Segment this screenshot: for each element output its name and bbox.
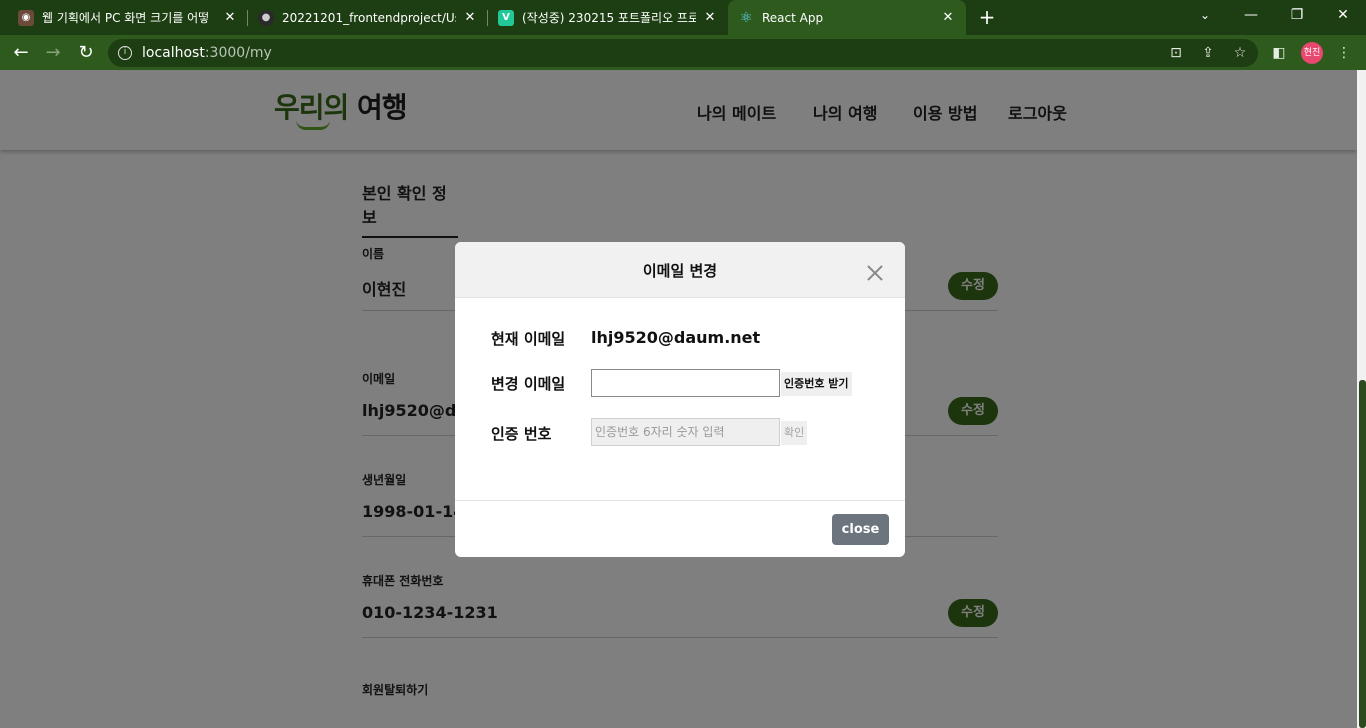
new-tab-icon[interactable]: + [976,6,998,28]
url-path: :3000/my [204,45,272,61]
browser-toolbar: ← → ↻ i localhost:3000/my ⊡ ⇪ ☆ ◧ 현진 ⋮ [0,35,1366,70]
minimize-icon[interactable]: — [1228,0,1274,35]
browser-tab-active[interactable]: ⚛ React App ✕ [728,0,966,35]
close-tab-icon[interactable]: ✕ [462,10,478,25]
browser-tab[interactable]: ● 20221201_frontendproject/UserI ✕ [248,0,488,35]
react-icon: ⚛ [739,9,753,26]
browser-tab-strip: ◉ 웹 기획에서 PC 화면 크기를 어떻 ✕ ● 20221201_front… [0,0,1366,35]
url-host: localhost [142,45,205,61]
v-icon: V [498,9,514,26]
current-email-value: lhj9520@daum.net [591,328,761,347]
translate-icon[interactable]: ⊡ [1163,40,1189,66]
verification-code-label: 인증 번호 [491,425,552,443]
back-icon[interactable]: ← [8,40,34,66]
close-icon[interactable] [864,262,886,284]
verification-code-input[interactable] [591,418,780,446]
forward-icon[interactable]: → [40,40,66,66]
modal-title: 이메일 변경 [642,262,718,280]
address-bar[interactable]: i localhost:3000/my [108,39,1258,67]
bookmark-star-icon[interactable]: ☆ [1227,40,1253,66]
current-email-label: 현재 이메일 [491,330,566,348]
new-email-input[interactable] [591,369,780,397]
modal-header: 이메일 변경 [455,242,905,298]
close-window-icon[interactable]: ✕ [1320,0,1366,35]
confirm-code-button[interactable]: 확인 [781,421,808,445]
restore-icon[interactable]: ❐ [1274,0,1320,35]
tab-title: 웹 기획에서 PC 화면 크기를 어떻 [42,11,210,25]
close-tab-icon[interactable]: ✕ [222,10,238,25]
tab-title: 20221201_frontendproject/UserI [282,10,456,25]
page-viewport: 우리의 여행 나의 메이트 나의 여행 이용 방법 로그아웃 본인 확인 정보 … [0,70,1357,728]
reload-icon[interactable]: ↻ [73,40,99,66]
side-panel-icon[interactable]: ◧ [1266,40,1292,66]
browser-tab[interactable]: V (작성중) 230215 포트폴리오 프로 ✕ [488,0,728,35]
profile-avatar[interactable]: 현진 [1301,42,1323,64]
share-icon[interactable]: ⇪ [1195,40,1221,66]
change-email-modal: 이메일 변경 현재 이메일 lhj9520@daum.net 변경 이메일 인증… [455,242,905,557]
site-info-icon[interactable]: i [118,46,132,60]
tab-title: (작성중) 230215 포트폴리오 프로 [522,11,696,25]
menu-kebab-icon[interactable]: ⋮ [1331,40,1357,66]
close-tab-icon[interactable]: ✕ [702,10,718,25]
modal-footer-divider [455,500,905,501]
browser-tab[interactable]: ◉ 웹 기획에서 PC 화면 크기를 어떻 ✕ [8,0,248,35]
tab-search-icon[interactable]: ⌄ [1182,0,1228,35]
tab-title: React App [762,10,824,25]
page-scrollbar-thumb[interactable] [1359,380,1366,728]
github-icon: ● [258,9,274,26]
new-email-label: 변경 이메일 [491,375,566,393]
send-code-button[interactable]: 인증번호 받기 [781,372,852,396]
person-icon: ◉ [18,9,34,26]
close-tab-icon[interactable]: ✕ [940,10,956,25]
close-button[interactable]: close [832,514,889,545]
